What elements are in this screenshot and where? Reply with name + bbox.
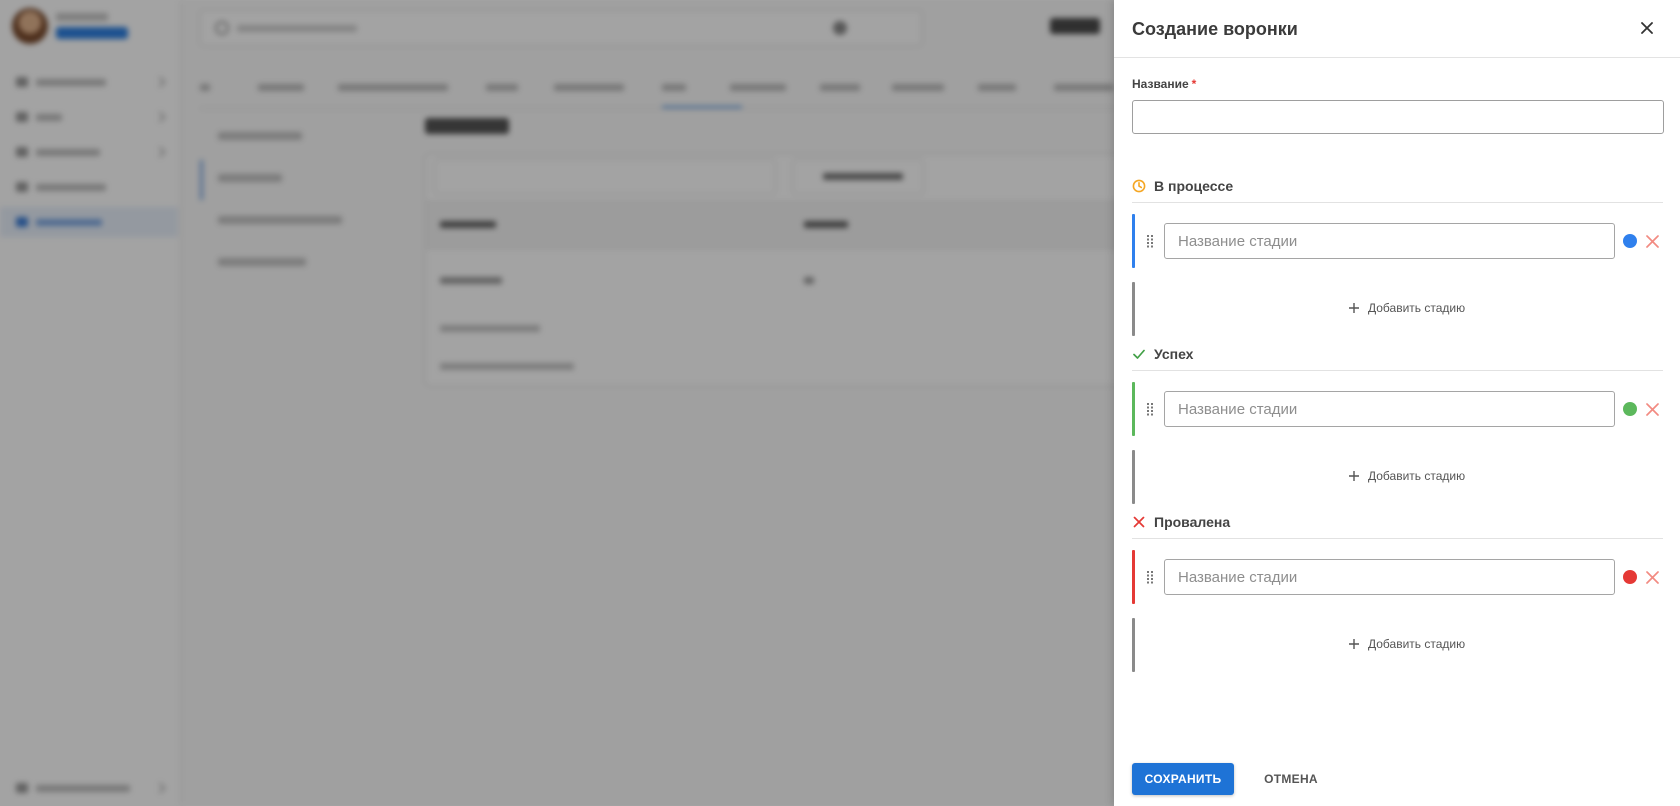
add-stage-button[interactable]: Добавить стадию [1348, 469, 1465, 483]
plus-icon [1349, 471, 1359, 481]
section-in-progress: В процессе [1132, 170, 1663, 203]
section-title: В процессе [1154, 178, 1234, 194]
add-stage-row: Добавить стадию [1132, 282, 1664, 336]
stage-row [1132, 550, 1664, 604]
stage-name-input[interactable] [1164, 223, 1615, 259]
drag-handle-icon[interactable] [1146, 402, 1154, 416]
funnel-name-input[interactable] [1132, 100, 1664, 134]
stage-color-picker[interactable] [1623, 570, 1637, 584]
stage-row [1132, 382, 1664, 436]
section-failed: Провалена [1132, 506, 1663, 539]
check-icon [1133, 349, 1145, 359]
clock-icon [1132, 179, 1146, 193]
close-icon [1645, 570, 1659, 584]
close-icon [1645, 402, 1659, 416]
name-label: Название * [1132, 77, 1197, 91]
section-title: Успех [1154, 346, 1194, 362]
required-mark: * [1191, 77, 1197, 91]
save-button[interactable]: СОХРАНИТЬ [1132, 763, 1234, 795]
remove-stage-button[interactable] [1644, 401, 1660, 417]
cross-icon [1133, 516, 1145, 528]
drawer-title: Создание воронки [1132, 19, 1298, 39]
stage-name-input[interactable] [1164, 391, 1615, 427]
plus-icon [1349, 303, 1359, 313]
stage-color-picker[interactable] [1623, 234, 1637, 248]
add-stage-row: Добавить стадию [1132, 450, 1664, 504]
remove-stage-button[interactable] [1644, 569, 1660, 585]
section-title: Провалена [1154, 514, 1231, 530]
drawer-header: Создание воронки [1114, 0, 1680, 58]
stage-name-input[interactable] [1164, 559, 1615, 595]
close-icon [1641, 22, 1653, 34]
drag-handle-icon[interactable] [1146, 570, 1154, 584]
close-icon [1645, 234, 1659, 248]
cancel-button[interactable]: ОТМЕНА [1248, 763, 1334, 795]
add-stage-button[interactable]: Добавить стадию [1348, 301, 1465, 315]
create-funnel-drawer: Создание воронки Название* В процессе До… [1114, 0, 1680, 806]
drag-handle-icon[interactable] [1146, 234, 1154, 248]
plus-icon [1349, 639, 1359, 649]
stage-color-picker[interactable] [1623, 402, 1637, 416]
remove-stage-button[interactable] [1644, 233, 1660, 249]
add-stage-row: Добавить стадию [1132, 618, 1664, 672]
add-stage-button[interactable]: Добавить стадию [1348, 637, 1465, 651]
close-button[interactable] [1634, 15, 1660, 41]
section-success: Успех [1132, 338, 1663, 371]
stage-row [1132, 214, 1664, 268]
